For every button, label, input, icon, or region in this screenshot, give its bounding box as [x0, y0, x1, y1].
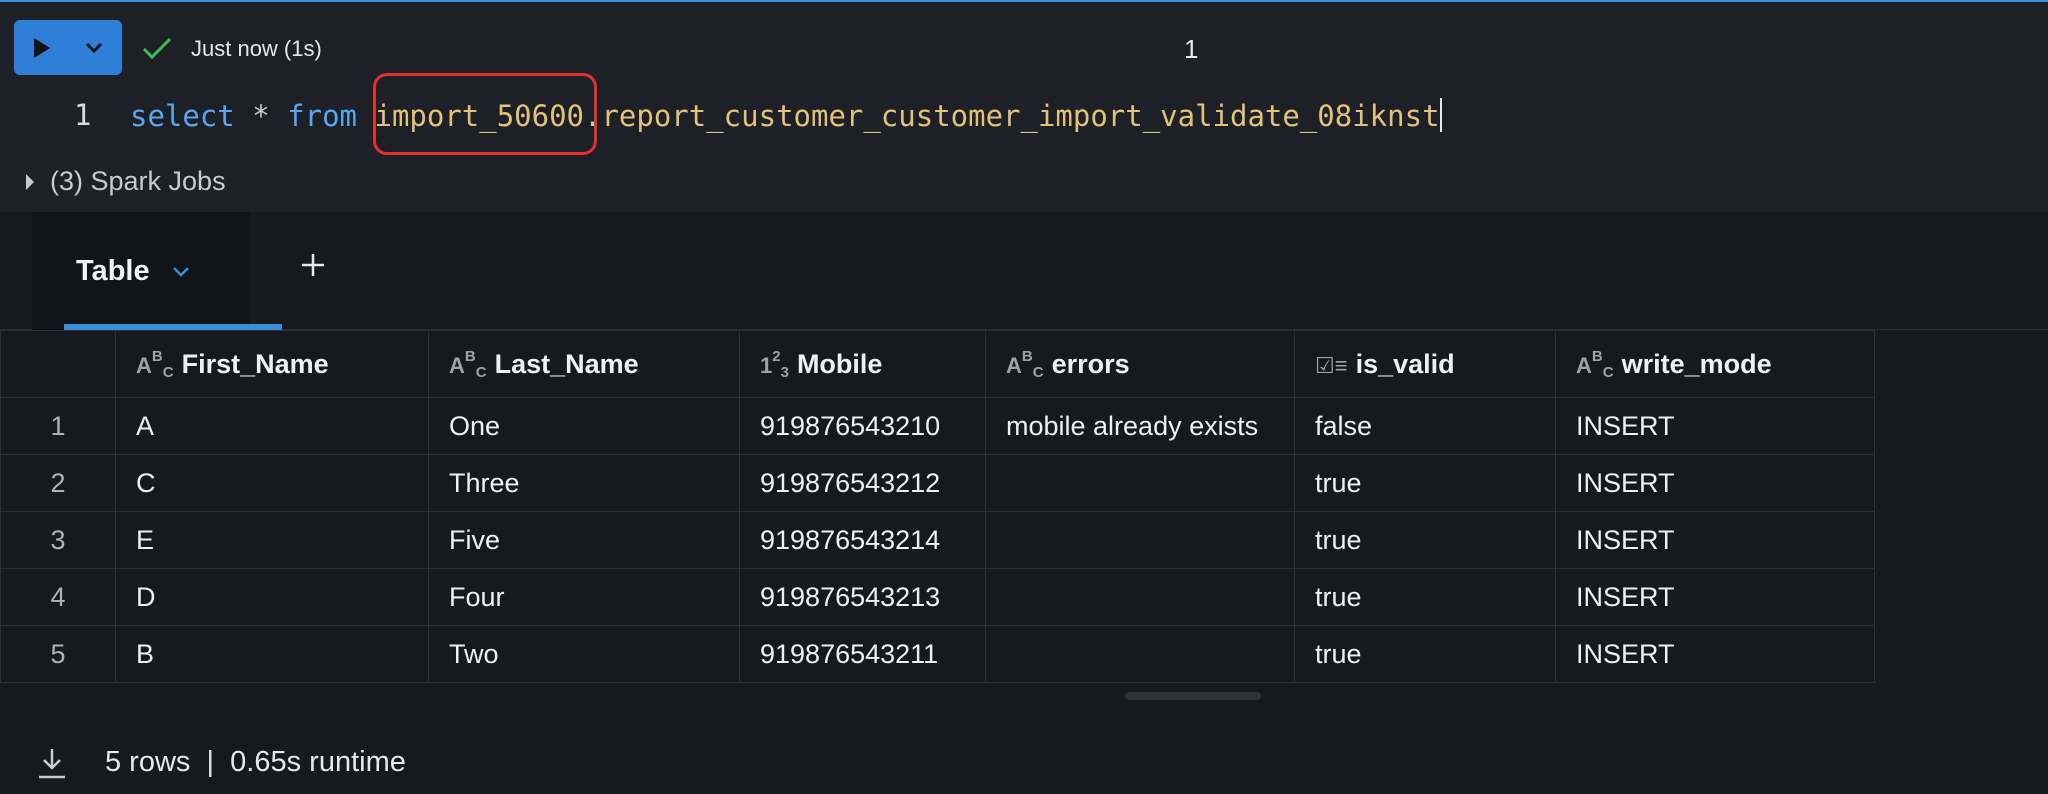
- table-cell[interactable]: [985, 454, 1295, 512]
- spark-jobs-label: (3) Spark Jobs: [50, 166, 226, 196]
- table-cell[interactable]: INSERT: [1555, 625, 1875, 683]
- table-cell[interactable]: true: [1294, 625, 1556, 683]
- table-cell[interactable]: 919876543214: [739, 511, 986, 569]
- sql-code[interactable]: select * from import_50600.report_custom…: [130, 98, 1442, 133]
- column-header-is-valid[interactable]: ☑≡ is_valid: [1294, 330, 1556, 398]
- table-row[interactable]: 1 A One 919876543210 mobile already exis…: [0, 397, 1875, 455]
- column-header-errors[interactable]: ABC errors: [985, 330, 1295, 398]
- table-header-row: ABC First_Name ABC Last_Name 123 Mobile ABC…: [0, 330, 1875, 398]
- table-cell[interactable]: true: [1294, 511, 1556, 569]
- table-cell[interactable]: 919876543210: [739, 397, 986, 455]
- results-panel: Table ABC First_Name ABC Last_Name 123 Mobi…: [0, 212, 2048, 794]
- checklist-icon: ☑≡: [1315, 352, 1348, 378]
- column-header-mobile[interactable]: 123 Mobile: [739, 330, 986, 398]
- table-cell[interactable]: One: [428, 397, 740, 455]
- row-number: 3: [0, 511, 116, 569]
- table-cell[interactable]: B: [115, 625, 429, 683]
- table-name: report_customer_customer_import_validate…: [601, 99, 1440, 133]
- row-number: 4: [0, 568, 116, 626]
- table-cell[interactable]: INSERT: [1555, 568, 1875, 626]
- highlight-annotation: [373, 73, 597, 155]
- column-header-write-mode[interactable]: ABC write_mode: [1555, 330, 1875, 398]
- chevron-down-icon: [85, 42, 103, 53]
- table-cell[interactable]: A: [115, 397, 429, 455]
- table-cell[interactable]: C: [115, 454, 429, 512]
- run-button-group[interactable]: [14, 20, 122, 75]
- table-cell[interactable]: [985, 625, 1295, 683]
- text-cursor: [1439, 98, 1442, 132]
- row-number-header: [0, 330, 116, 398]
- string-type-icon: ABC: [1576, 347, 1614, 381]
- table-cell[interactable]: INSERT: [1555, 454, 1875, 512]
- tab-table[interactable]: Table: [32, 212, 282, 330]
- keyword-select: select: [130, 99, 235, 133]
- table-row[interactable]: 5 B Two 919876543211 true INSERT: [0, 625, 1875, 683]
- number-type-icon: 123: [760, 347, 789, 381]
- play-icon: [34, 37, 50, 58]
- table-cell[interactable]: D: [115, 568, 429, 626]
- chevron-down-icon[interactable]: [172, 266, 190, 278]
- table-cell[interactable]: Two: [428, 625, 740, 683]
- table-cell[interactable]: 919876543213: [739, 568, 986, 626]
- code-editor[interactable]: Just now (1s) 1 1 select * from import_5…: [0, 2, 2048, 212]
- table-cell[interactable]: true: [1294, 454, 1556, 512]
- spark-jobs-toggle[interactable]: (3) Spark Jobs: [26, 166, 226, 197]
- tab-table-label: Table: [76, 254, 150, 287]
- horizontal-scrollbar[interactable]: [1125, 692, 1261, 700]
- add-visualization-button[interactable]: [298, 250, 328, 280]
- table-cell[interactable]: INSERT: [1555, 397, 1875, 455]
- table-cell[interactable]: Four: [428, 568, 740, 626]
- caret-right-icon: [26, 173, 34, 190]
- table-cell[interactable]: false: [1294, 397, 1556, 455]
- row-number: 1: [0, 397, 116, 455]
- check-icon: [142, 37, 172, 60]
- run-button[interactable]: [14, 20, 70, 75]
- cell-number: 1: [1184, 34, 1199, 64]
- table-cell[interactable]: [985, 568, 1295, 626]
- column-header-first-name[interactable]: ABC First_Name: [115, 330, 429, 398]
- table-row[interactable]: 3 E Five 919876543214 true INSERT: [0, 511, 1875, 569]
- results-tabbar: Table: [0, 212, 2048, 330]
- table-cell[interactable]: INSERT: [1555, 511, 1875, 569]
- row-number: 2: [0, 454, 116, 512]
- table-cell[interactable]: Three: [428, 454, 740, 512]
- table-cell[interactable]: mobile already exists: [985, 397, 1295, 455]
- string-type-icon: ABC: [136, 347, 174, 381]
- column-header-last-name[interactable]: ABC Last_Name: [428, 330, 740, 398]
- table-cell[interactable]: Five: [428, 511, 740, 569]
- results-table: ABC First_Name ABC Last_Name 123 Mobile ABC…: [0, 330, 1875, 683]
- table-cell[interactable]: true: [1294, 568, 1556, 626]
- table-row[interactable]: 2 C Three 919876543212 true INSERT: [0, 454, 1875, 512]
- run-status: Just now (1s): [191, 36, 322, 61]
- string-type-icon: ABC: [1006, 347, 1044, 381]
- table-row[interactable]: 4 D Four 919876543213 true INSERT: [0, 568, 1875, 626]
- row-number: 5: [0, 625, 116, 683]
- table-cell[interactable]: [985, 511, 1295, 569]
- results-footer: 5 rows | 0.65s runtime: [0, 724, 2048, 794]
- run-options-dropdown[interactable]: [70, 20, 118, 75]
- line-number: 1: [74, 98, 92, 132]
- operator-star: *: [252, 99, 270, 133]
- table-cell[interactable]: 919876543212: [739, 454, 986, 512]
- download-icon[interactable]: [36, 746, 68, 780]
- table-cell[interactable]: 919876543211: [739, 625, 986, 683]
- table-cell[interactable]: E: [115, 511, 429, 569]
- keyword-from: from: [287, 99, 358, 133]
- code-line[interactable]: 1 select * from import_50600.report_cust…: [0, 94, 2048, 138]
- results-summary: 5 rows | 0.65s runtime: [105, 746, 406, 778]
- string-type-icon: ABC: [449, 347, 487, 381]
